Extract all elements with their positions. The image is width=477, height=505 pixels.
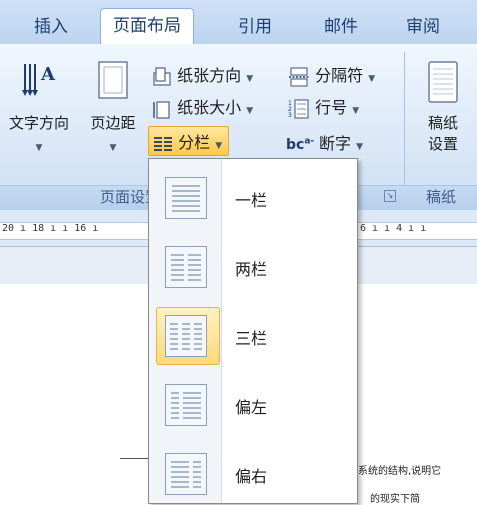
right-column-icon — [165, 453, 207, 495]
right-column-label: 偏右 — [235, 467, 268, 486]
breaks-icon — [289, 66, 309, 87]
breaks-label: 分隔符 — [315, 66, 364, 85]
orientation-label: 纸张方向 — [177, 66, 242, 85]
three-columns-label: 三栏 — [235, 329, 268, 348]
left-column-icon — [165, 384, 207, 426]
text-direction-icon: A — [22, 64, 56, 96]
three-columns-icon — [165, 315, 207, 357]
chevron-down-icon: ▼ — [246, 74, 254, 84]
chevron-down-icon: ▼ — [368, 74, 376, 84]
line-numbers-label: 行号 — [315, 98, 348, 117]
size-label: 纸张大小 — [177, 98, 242, 117]
tab-references[interactable]: 引用 — [238, 12, 272, 37]
breaks-button[interactable]: 分隔符 ▼ — [288, 62, 375, 87]
draft-group-label: 稿纸 — [426, 188, 457, 206]
one-column-preview — [172, 185, 200, 212]
tab-page-layout[interactable]: 页面布局 — [100, 8, 194, 47]
menu-item-two-columns[interactable]: 两栏 — [153, 236, 353, 296]
svg-text:3: 3 — [288, 112, 292, 119]
ruler-numbers-right: 6 ı ı 4 ı ı — [360, 223, 427, 234]
two-columns-label: 两栏 — [235, 260, 268, 279]
chevron-down-icon: ▼ — [356, 142, 364, 152]
columns-button[interactable]: 分栏 ▼ — [148, 126, 230, 156]
dialog-launcher-icon[interactable]: ↘ — [384, 190, 396, 202]
line-numbers-button[interactable]: 123 行号 ▼ — [288, 94, 359, 119]
two-columns-preview — [171, 254, 201, 281]
left-column-label: 偏左 — [235, 398, 268, 417]
tab-mailings[interactable]: 邮件 — [324, 12, 358, 37]
margins-icon — [98, 61, 128, 99]
draft-settings-label-2: 设置 — [427, 135, 458, 153]
draft-settings-button[interactable]: 稿纸 设置 — [410, 60, 476, 154]
three-columns-preview — [170, 323, 202, 350]
hyphenation-label: 断字 — [319, 134, 352, 153]
hyphenation-icon: bca- — [286, 136, 319, 153]
columns-icon — [154, 136, 172, 151]
ribbon-tab-bar: 插入 页面布局 引用 邮件 审阅 — [0, 0, 477, 47]
chevron-down-icon: ▼ — [215, 141, 223, 151]
menu-item-one-column[interactable]: 一栏 — [153, 167, 353, 227]
one-column-label: 一栏 — [235, 191, 268, 210]
draft-settings-label-1: 稿纸 — [427, 114, 458, 132]
document-text-line-2: 的现实下简 — [370, 494, 420, 505]
two-columns-icon — [165, 246, 207, 288]
text-direction-button[interactable]: A 文字方向 ▼ — [2, 60, 76, 153]
chevron-down-icon: ▼ — [35, 143, 43, 153]
margins-label: 页边距 — [90, 114, 136, 132]
line-numbers-icon: 123 — [288, 98, 309, 119]
tab-review[interactable]: 审阅 — [406, 12, 440, 37]
document-line — [120, 458, 150, 459]
menu-item-right[interactable]: 偏右 — [153, 443, 353, 503]
margins-button[interactable]: 页边距 ▼ — [80, 60, 146, 153]
menu-item-three-columns[interactable]: 三栏 — [153, 305, 353, 365]
draft-paper-icon — [428, 61, 458, 103]
paper-size-icon — [153, 100, 170, 119]
hyphenation-button[interactable]: bca- 断字 ▼ — [286, 130, 363, 154]
hyphenation-icon-text: bc — [286, 137, 305, 153]
columns-label: 分栏 — [178, 133, 211, 152]
hyphenation-icon-sup: a- — [304, 136, 315, 147]
ruler-numbers-left: 20 ı 18 ı ı 16 ı — [2, 223, 99, 234]
left-column-preview — [171, 392, 201, 419]
chevron-down-icon: ▼ — [109, 143, 117, 153]
one-column-icon — [165, 177, 207, 219]
document-text-line-1: 系统的结构,说明它 — [358, 466, 442, 477]
tab-insert[interactable]: 插入 — [34, 12, 68, 37]
chevron-down-icon: ▼ — [352, 106, 360, 116]
svg-text:A: A — [40, 64, 56, 85]
right-column-preview — [171, 461, 201, 488]
orientation-button[interactable]: 纸张方向 ▼ — [152, 62, 253, 87]
menu-item-left[interactable]: 偏左 — [153, 374, 353, 434]
columns-dropdown-menu: 一栏 两栏 三栏 偏左 偏右 — [148, 158, 358, 504]
text-direction-label: 文字方向 — [8, 114, 69, 132]
chevron-down-icon: ▼ — [246, 106, 254, 116]
size-button[interactable]: 纸张大小 ▼ — [152, 94, 253, 119]
orientation-icon — [153, 66, 171, 86]
